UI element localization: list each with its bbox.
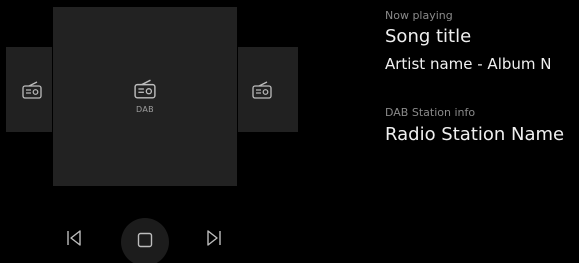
station-info-label: DAB Station info xyxy=(385,106,476,119)
radio-icon xyxy=(252,80,272,99)
artist-album: Artist name - Album N xyxy=(385,55,552,73)
carousel-tile-current[interactable]: DAB xyxy=(53,7,237,186)
stop-button[interactable] xyxy=(121,218,169,263)
stop-icon xyxy=(137,232,153,252)
skip-next-icon xyxy=(206,229,222,251)
source-label: DAB xyxy=(136,105,154,114)
media-player-screen: DAB Now playing Song title Artist name -… xyxy=(6,0,579,263)
carousel-tile-previous[interactable] xyxy=(6,47,52,132)
song-title: Song title xyxy=(385,26,472,47)
carousel-tile-next[interactable] xyxy=(238,47,298,132)
station-name: Radio Station Name xyxy=(385,124,565,145)
radio-icon xyxy=(22,80,42,99)
now-playing-info: Now playing Song title Artist name - Alb… xyxy=(385,0,579,263)
radio-icon xyxy=(134,79,156,99)
previous-button[interactable] xyxy=(61,226,87,254)
skip-previous-icon xyxy=(66,229,82,251)
playback-controls xyxy=(53,218,237,263)
now-playing-label: Now playing xyxy=(385,9,453,22)
next-button[interactable] xyxy=(201,226,227,254)
